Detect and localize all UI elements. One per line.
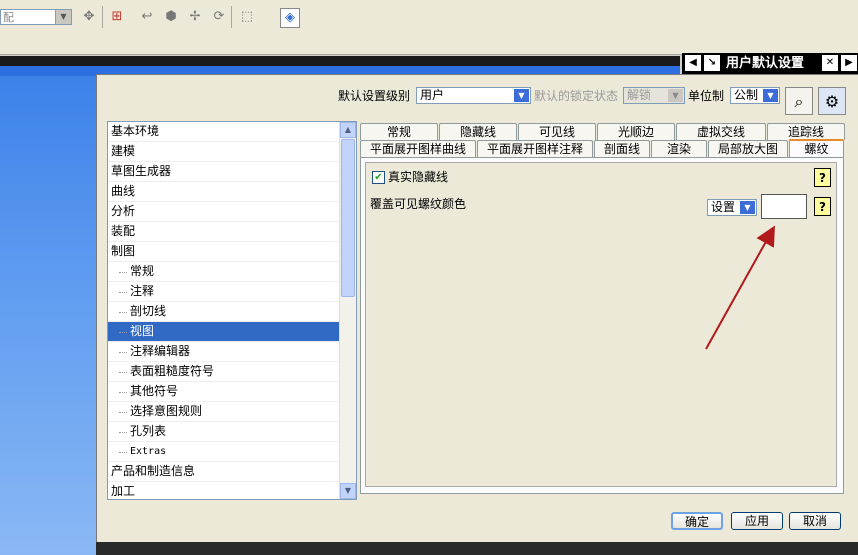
annotation-arrow bbox=[705, 225, 775, 350]
